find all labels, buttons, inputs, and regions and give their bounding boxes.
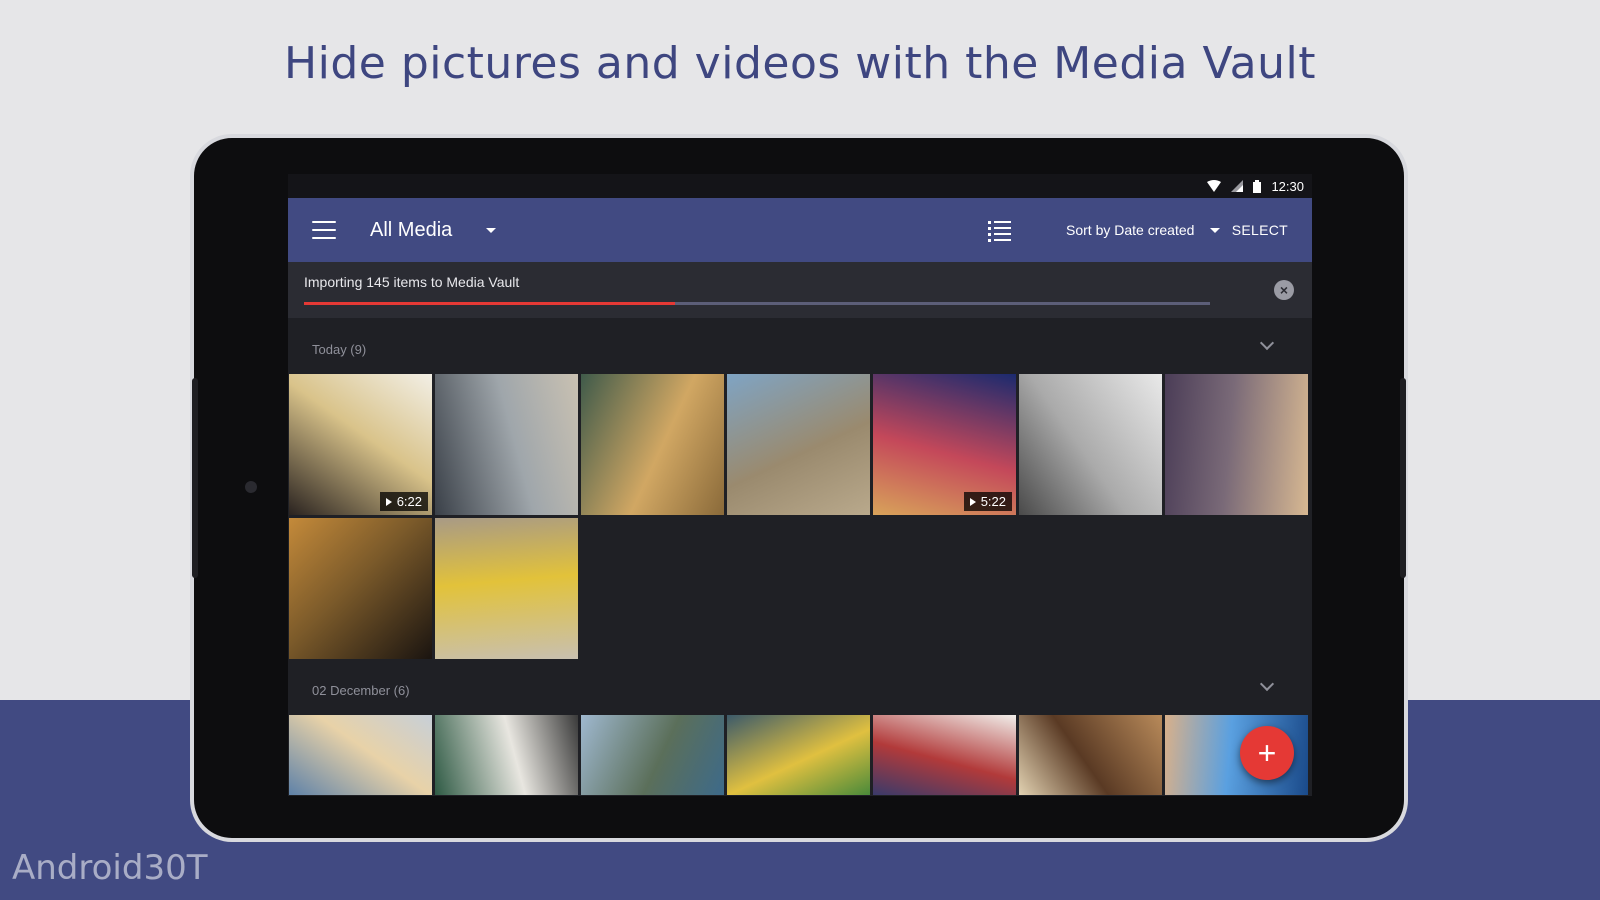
app-screen: 12:30 All Media Sort by Date created SEL… <box>288 174 1312 796</box>
chevron-down-icon[interactable] <box>1259 335 1275 351</box>
section-header-today: Today (9) <box>288 318 1312 374</box>
media-thumbnail-coast-cliffs[interactable] <box>581 715 724 795</box>
media-thumbnail-bicycle[interactable] <box>1019 374 1162 515</box>
duration-text: 6:22 <box>396 494 422 509</box>
page-headline: Hide pictures and videos with the Media … <box>284 38 1316 89</box>
media-thumbnail-adventure-patch[interactable] <box>435 715 578 795</box>
media-thumbnail-city-lights[interactable] <box>289 518 432 659</box>
wifi-icon <box>1207 180 1222 192</box>
media-thumbnail-fried-egg[interactable]: 6:22 <box>289 374 432 515</box>
menu-icon[interactable] <box>312 221 336 239</box>
sort-label: Sort by Date created <box>1066 222 1195 238</box>
import-progress-bar <box>304 302 1210 305</box>
media-thumbnail-car-window-legs[interactable] <box>435 374 578 515</box>
media-thumbnail-beach-dog[interactable] <box>727 374 870 515</box>
media-thumbnail-berries-bowl[interactable] <box>873 715 1016 795</box>
sort-chevron-down-icon <box>1210 227 1221 233</box>
duration-text: 5:22 <box>980 494 1006 509</box>
play-icon <box>969 497 976 506</box>
signal-icon <box>1231 180 1244 192</box>
media-thumbnail-dessert[interactable] <box>1019 715 1162 795</box>
media-thumbnail-party-girls[interactable]: 5:22 <box>873 374 1016 515</box>
media-grid-today: 6:22 5:22 <box>288 374 1312 659</box>
import-status-text: Importing 145 items to Media Vault <box>304 274 520 290</box>
status-time: 12:30 <box>1271 178 1304 194</box>
chevron-down-icon[interactable] <box>1259 676 1275 692</box>
video-duration-badge: 6:22 <box>379 492 428 511</box>
add-media-button[interactable]: + <box>1240 726 1294 780</box>
tablet-frame: 12:30 All Media Sort by Date created SEL… <box>192 138 1406 838</box>
play-icon <box>385 497 392 506</box>
tablet-side-button-right <box>1400 378 1406 578</box>
battery-icon <box>1253 179 1262 193</box>
section-label: Today (9) <box>312 342 367 357</box>
close-icon[interactable]: × <box>1274 280 1294 300</box>
media-thumbnail-lemon-drink[interactable] <box>727 715 870 795</box>
page-title[interactable]: All Media <box>370 219 452 242</box>
status-bar: 12:30 <box>288 174 1312 198</box>
media-thumbnail-sunset-shore[interactable] <box>1165 374 1308 515</box>
list-view-icon[interactable] <box>988 220 1012 242</box>
media-thumbnail-surfboard-legs[interactable] <box>435 518 578 659</box>
media-thumbnail-cloud-sea[interactable] <box>289 715 432 795</box>
chevron-down-icon[interactable] <box>486 227 497 233</box>
section-header-december: 02 December (6) <box>288 659 1312 715</box>
import-banner: Importing 145 items to Media Vault × <box>288 262 1312 318</box>
video-duration-badge: 5:22 <box>963 492 1012 511</box>
section-label: 02 December (6) <box>312 683 410 698</box>
media-grid-december <box>288 715 1312 795</box>
import-progress-fill <box>304 302 676 305</box>
watermark-logo: Android30T <box>12 848 208 888</box>
sort-dropdown[interactable]: Sort by Date created <box>1066 222 1221 238</box>
media-thumbnail-guitar-girl[interactable] <box>581 374 724 515</box>
camera-icon <box>245 481 257 493</box>
app-bar: All Media Sort by Date created SELECT <box>288 198 1312 262</box>
select-button[interactable]: SELECT <box>1232 222 1288 238</box>
tablet-side-button-left <box>192 378 198 578</box>
